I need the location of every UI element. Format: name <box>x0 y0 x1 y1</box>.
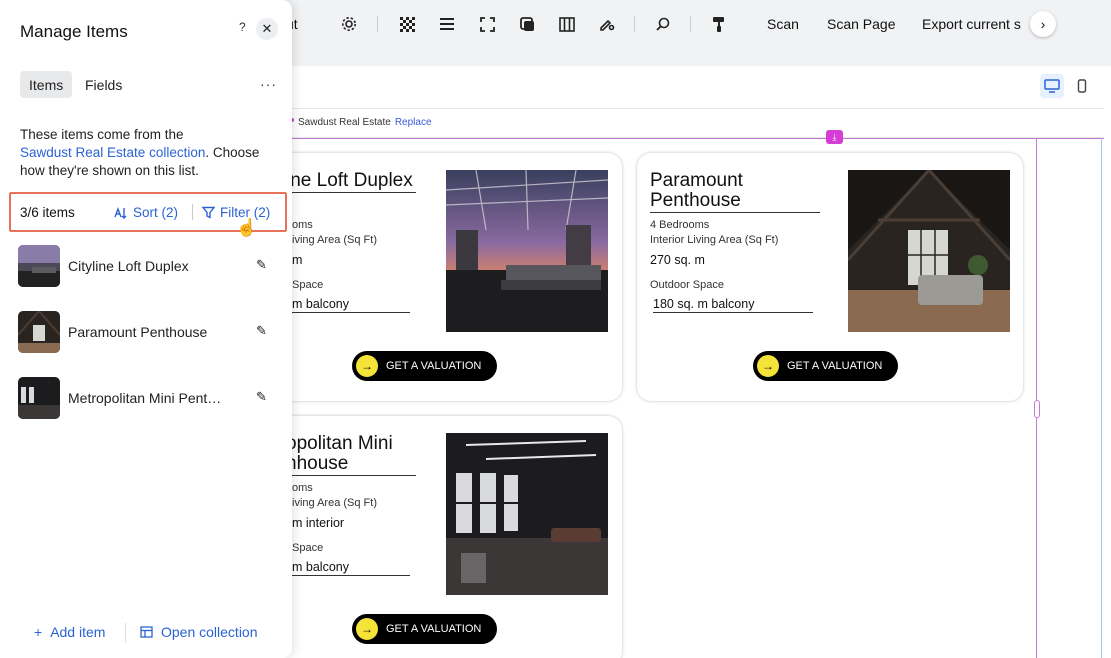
card-bedrooms: oms <box>292 219 313 231</box>
scan-button[interactable]: Scan <box>767 15 799 33</box>
resize-handle[interactable] <box>1034 400 1040 418</box>
pencil-icon[interactable]: ✎ <box>256 389 267 405</box>
cta-label: GET A VALUATION <box>386 623 482 635</box>
card-outdoor-label: Space <box>292 542 324 554</box>
more-options-icon[interactable]: ··· <box>260 76 277 92</box>
search-icon[interactable] <box>654 15 672 33</box>
repeater-card-2[interactable]: Paramount Penthouse 4 Bedrooms Interior … <box>637 153 1023 401</box>
table-icon <box>140 626 153 638</box>
gear-icon[interactable] <box>340 15 358 33</box>
list-item[interactable]: Paramount Penthouse ✎ <box>18 311 280 353</box>
arrow-right-icon: → <box>757 355 779 377</box>
card-title: Paramount Penthouse <box>650 171 820 213</box>
desktop-view-icon[interactable] <box>1040 74 1064 98</box>
item-thumbnail <box>18 311 60 353</box>
tab-items[interactable]: Items <box>20 71 73 98</box>
breadcrumb-collection: Sawdust Real Estate <box>298 117 391 128</box>
card-area-label: Interior Living Area (Sq Ft) <box>650 234 779 246</box>
footer-divider <box>125 623 126 643</box>
card-image[interactable] <box>446 170 608 332</box>
arrow-right-icon: → <box>356 355 378 377</box>
item-label: Paramount Penthouse <box>68 324 208 340</box>
sort-icon <box>114 206 127 219</box>
tab-fields[interactable]: Fields <box>76 71 131 98</box>
paint-roller-icon[interactable] <box>710 15 728 33</box>
card-outdoor-value: m balcony <box>292 297 410 313</box>
export-current-button[interactable]: Export current s <box>922 15 1022 33</box>
card-outdoor-label: Outdoor Space <box>650 279 724 291</box>
item-label: Cityline Loft Duplex <box>68 258 189 274</box>
card-bedrooms: 4 Bedrooms <box>650 219 710 231</box>
card-image[interactable] <box>446 433 608 595</box>
sort-label: Sort (2) <box>133 205 179 220</box>
panel-description: These items come from the Sawdust Real E… <box>20 126 280 180</box>
fullscreen-icon[interactable] <box>478 15 496 33</box>
get-valuation-button[interactable]: → GET A VALUATION <box>753 351 898 381</box>
help-icon[interactable]: ? <box>239 20 246 34</box>
add-item-label: Add item <box>50 624 106 640</box>
desc-text: These items come from the <box>20 127 184 142</box>
list-item[interactable]: Cityline Loft Duplex ✎ <box>18 245 280 287</box>
add-item-button[interactable]: + Add item <box>34 624 105 640</box>
card-outdoor-value: 180 sq. m balcony <box>653 297 813 313</box>
item-label: Metropolitan Mini Penthouse <box>68 390 228 406</box>
chevron-right-icon[interactable]: › <box>1030 11 1056 37</box>
items-count: 3/6 items <box>20 205 75 220</box>
item-thumbnail <box>18 377 60 419</box>
replace-link[interactable]: Replace <box>395 117 432 128</box>
card-area-label: iving Area (Sq Ft) <box>292 497 377 509</box>
card-area-value: 270 sq. m <box>650 253 705 267</box>
card-image[interactable] <box>848 170 1010 332</box>
card-title: ine Loft Duplex <box>286 171 416 193</box>
section-right-guide <box>1101 138 1102 658</box>
close-icon[interactable]: ✕ <box>256 18 278 40</box>
filter-icon <box>202 206 215 219</box>
card-area-value: m interior <box>292 516 345 530</box>
item-thumbnail <box>18 245 60 287</box>
repeater-outline <box>270 138 1104 139</box>
get-valuation-button[interactable]: → GET A VALUATION <box>352 614 497 644</box>
card-outdoor-label: Space <box>292 279 324 291</box>
open-collection-button[interactable]: Open collection <box>140 624 258 640</box>
collection-link[interactable]: Sawdust Real Estate collection <box>20 145 205 160</box>
breadcrumb: Sawdust Real Estate Replace <box>290 117 432 128</box>
repeater-card-3[interactable]: opolitan Mini nhouse oms iving Area (Sq … <box>236 416 622 658</box>
repeater-card-1[interactable]: ine Loft Duplex oms iving Area (Sq Ft) m… <box>236 153 622 401</box>
cta-label: GET A VALUATION <box>787 360 883 372</box>
card-area-label: iving Area (Sq Ft) <box>292 234 377 246</box>
card-outdoor-value: m balcony <box>292 560 410 576</box>
pattern-icon[interactable] <box>398 15 416 33</box>
hand-cursor-icon: ☝ <box>236 218 258 237</box>
device-toggle <box>1040 74 1100 100</box>
shadow-box-icon[interactable] <box>518 15 536 33</box>
card-bedrooms: oms <box>292 482 313 494</box>
scan-page-button[interactable]: Scan Page <box>827 15 896 33</box>
design-settings-icon[interactable] <box>598 15 616 33</box>
sort-button[interactable]: Sort (2) <box>114 205 178 220</box>
align-lines-icon[interactable] <box>438 15 456 33</box>
card-title: opolitan Mini nhouse <box>286 434 416 476</box>
arrow-right-icon: → <box>356 618 378 640</box>
open-collection-label: Open collection <box>161 624 258 640</box>
panel-title: Manage Items <box>20 22 128 41</box>
card-area-value: m <box>292 253 303 267</box>
download-icon[interactable]: ⤓ <box>826 130 843 144</box>
pencil-icon[interactable]: ✎ <box>256 323 267 339</box>
sort-filter-divider <box>192 204 193 220</box>
columns-icon[interactable] <box>558 15 576 33</box>
get-valuation-button[interactable]: → GET A VALUATION <box>352 351 497 381</box>
plus-icon: + <box>34 624 43 640</box>
manage-items-panel: Manage Items ? ✕ Items Fields ··· These … <box>0 0 292 658</box>
pencil-icon[interactable]: ✎ <box>256 257 267 273</box>
cta-label: GET A VALUATION <box>386 360 482 372</box>
list-item[interactable]: Metropolitan Mini Penthouse ✎ <box>18 377 280 419</box>
mobile-view-icon[interactable] <box>1070 74 1094 98</box>
repeater-right-guide <box>1036 138 1037 658</box>
